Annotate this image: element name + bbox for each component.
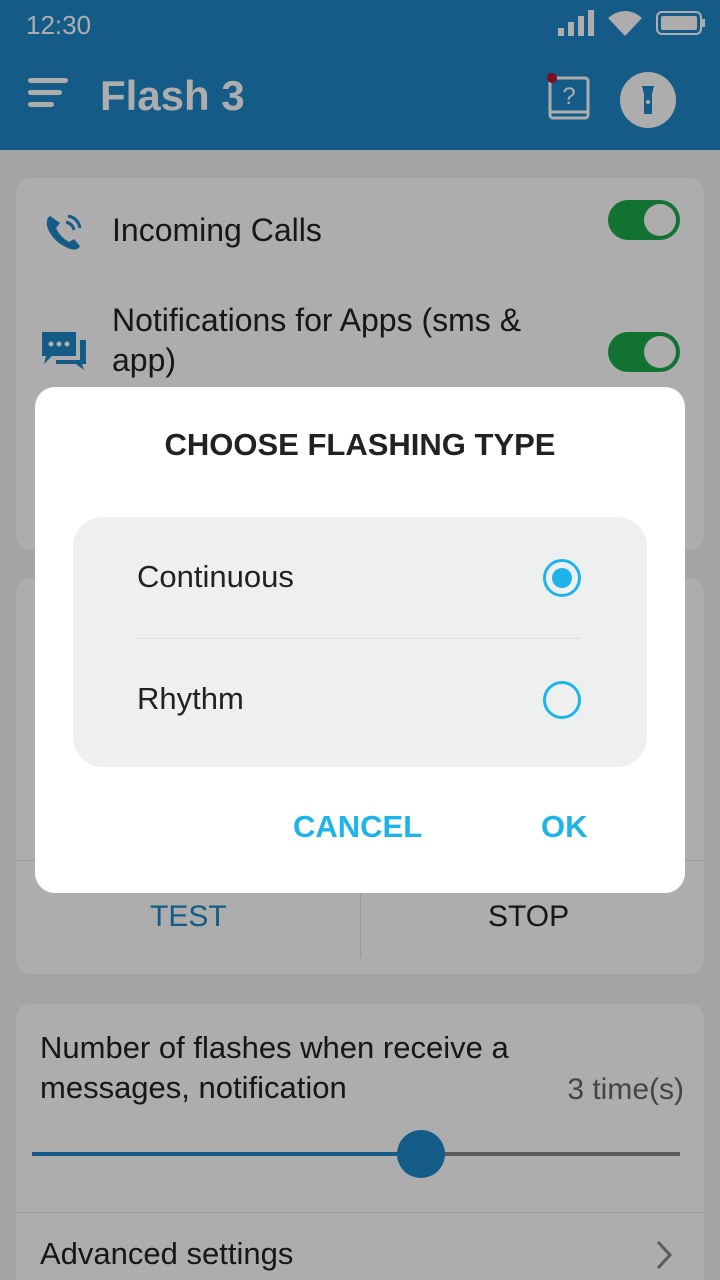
option-continuous[interactable]: Continuous [73,517,647,637]
dialog-title: CHOOSE FLASHING TYPE [164,427,556,462]
option-label: Rhythm [137,681,244,716]
ok-button[interactable]: OK [541,809,588,845]
flashing-type-options: Continuous Rhythm [73,517,647,767]
cancel-button[interactable]: CANCEL [293,809,422,845]
flashing-type-dialog: CHOOSE FLASHING TYPE Continuous Rhythm C… [35,387,685,893]
option-label: Continuous [137,559,294,594]
radio-rhythm[interactable] [543,681,581,719]
option-rhythm[interactable]: Rhythm [73,639,647,759]
radio-continuous[interactable] [543,559,581,597]
